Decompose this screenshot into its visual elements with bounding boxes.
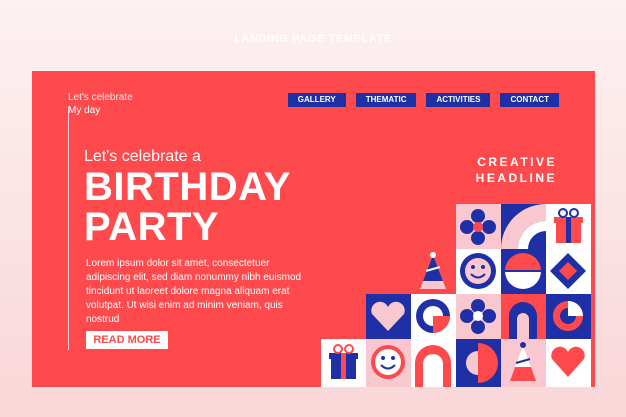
- arch-door-tile: [501, 294, 546, 339]
- heart-tile: [366, 294, 411, 339]
- party-hat-icon: [411, 249, 456, 294]
- half-circle-tile: [501, 249, 546, 294]
- diamond-tile: [546, 249, 591, 294]
- landing-card: Let's celebrate My day GALLERY THEMATIC …: [32, 71, 595, 387]
- mosaic-illustration: [321, 204, 591, 387]
- smiley-icon: [456, 249, 501, 294]
- party-hat-icon-2: [501, 339, 546, 387]
- gift-icon: [546, 204, 591, 249]
- smiley-icon-2: [366, 339, 411, 387]
- page-caption: LANDING PAGE TEMPLATE: [234, 33, 392, 45]
- flower-tile-2: [456, 294, 501, 339]
- half-moon-tile: [456, 339, 501, 387]
- flower-tile: [456, 204, 501, 249]
- arch-tile-2: [411, 339, 456, 387]
- heart-tile-2: [546, 339, 591, 387]
- ring-tile-2: [546, 294, 591, 339]
- ring-tile: [411, 294, 456, 339]
- gift-icon-2: [321, 339, 366, 387]
- arch-tile: [501, 204, 546, 249]
